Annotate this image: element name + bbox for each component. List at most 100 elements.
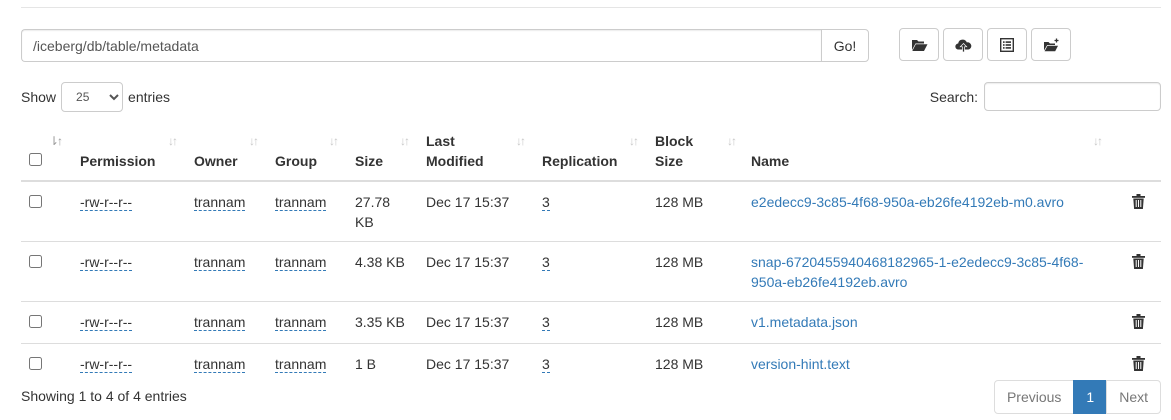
sort-icon: ↓↑: [249, 134, 259, 148]
entries-per-page-select[interactable]: 25: [61, 82, 124, 112]
modified-cell: Dec 17 15:37: [418, 241, 534, 302]
show-label: Show: [21, 89, 57, 105]
size-cell: 1 B: [347, 343, 418, 385]
replication-cell[interactable]: 3: [542, 194, 550, 211]
trash-icon[interactable]: [1132, 194, 1145, 214]
size-cell: 27.78 KB: [355, 194, 391, 230]
file-name-link[interactable]: e2edecc9-3c85-4f68-950a-eb26fe4192eb-m0.…: [751, 194, 1064, 210]
top-divider: [21, 7, 1161, 8]
trash-icon[interactable]: [1132, 254, 1145, 274]
modified-cell: Dec 17 15:37: [418, 301, 534, 344]
trash-icon[interactable]: [1132, 314, 1145, 334]
path-bar: Go!: [21, 29, 869, 62]
owner-header[interactable]: ↓↑ Owner: [186, 125, 267, 182]
owner-cell[interactable]: trannam: [194, 356, 246, 373]
file-name-link[interactable]: version-hint.text: [751, 356, 850, 372]
toolbar: [899, 28, 1071, 61]
pagination: Previous 1 Next: [993, 380, 1161, 414]
owner-cell[interactable]: trannam: [194, 194, 246, 211]
go-button[interactable]: Go!: [821, 29, 869, 62]
replication-header-label: Replication: [542, 153, 618, 169]
size-cell: 3.35 KB: [347, 301, 418, 344]
replication-header[interactable]: ↓↑ Replication: [534, 125, 647, 182]
entries-length-control: Show 25 entries: [21, 82, 170, 112]
row-checkbox[interactable]: [29, 315, 42, 328]
table-row: -rw-r--r-- trannam trannam 3.35 KB Dec 1…: [21, 301, 1161, 344]
row-checkbox[interactable]: [29, 255, 42, 268]
upload-cloud-icon: [954, 38, 972, 52]
block-size-cell: 128 MB: [647, 241, 743, 302]
replication-cell[interactable]: 3: [542, 314, 550, 331]
modified-cell: Dec 17 15:37: [418, 343, 534, 385]
new-folder-icon: [1043, 38, 1060, 52]
folder-open-icon: [911, 38, 928, 52]
owner-cell[interactable]: trannam: [194, 254, 246, 271]
sort-icon: ↓↑: [400, 134, 410, 148]
sort-icon: ↓↑: [629, 134, 639, 148]
last-modified-header[interactable]: ↓↑ Last Modified: [418, 125, 534, 182]
sort-icon: ↓↑: [727, 134, 737, 148]
upload-button[interactable]: [943, 28, 983, 61]
block-size-cell: 128 MB: [647, 301, 743, 344]
trash-icon[interactable]: [1132, 356, 1145, 376]
permission-cell[interactable]: -rw-r--r--: [80, 314, 133, 331]
page-1-button[interactable]: 1: [1073, 380, 1108, 414]
search-input[interactable]: [984, 82, 1161, 111]
size-cell: 4.38 KB: [347, 241, 418, 302]
name-header-label: Name: [751, 153, 790, 169]
block-size-header-label-2: Size: [655, 153, 684, 169]
permission-cell[interactable]: -rw-r--r--: [80, 254, 133, 271]
sort-asc-icon: ⇂↑: [49, 134, 63, 148]
search-control: Search:: [930, 82, 1161, 111]
group-header[interactable]: ↓↑ Group: [267, 125, 347, 182]
next-page-button[interactable]: Next: [1106, 380, 1161, 414]
open-folder-button[interactable]: [899, 28, 939, 61]
table-row: -rw-r--r-- trannam trannam 4.38 KB Dec 1…: [21, 241, 1161, 302]
group-cell[interactable]: trannam: [275, 356, 327, 373]
sort-icon: ↓↑: [168, 134, 178, 148]
block-size-header[interactable]: ↓↑ Block Size: [647, 125, 743, 182]
last-modified-header-label-1: Last: [426, 133, 455, 149]
block-size-cell: 128 MB: [655, 194, 704, 210]
name-header[interactable]: ↓↑ Name: [743, 125, 1111, 182]
row-checkbox[interactable]: [29, 357, 42, 370]
modified-cell: Dec 17 15:37: [426, 194, 510, 210]
permission-cell[interactable]: -rw-r--r--: [80, 194, 133, 211]
select-all-header[interactable]: ⇂↑: [21, 125, 72, 182]
table-info: Showing 1 to 4 of 4 entries: [21, 388, 187, 404]
permission-header[interactable]: ↓↑ Permission: [72, 125, 186, 182]
sort-icon: ↓↑: [329, 134, 339, 148]
block-size-cell: 128 MB: [647, 343, 743, 385]
group-cell[interactable]: trannam: [275, 194, 327, 211]
list-alt-icon: [1000, 37, 1014, 52]
permission-header-label: Permission: [80, 153, 156, 169]
group-header-label: Group: [275, 153, 317, 169]
last-modified-header-label-2: Modified: [426, 153, 484, 169]
group-cell[interactable]: trannam: [275, 314, 327, 331]
previous-page-button[interactable]: Previous: [993, 380, 1075, 414]
row-checkbox[interactable]: [29, 195, 42, 208]
replication-cell[interactable]: 3: [542, 254, 550, 271]
replication-cell[interactable]: 3: [542, 356, 550, 373]
group-cell[interactable]: trannam: [275, 254, 327, 271]
block-size-header-label-1: Block: [655, 133, 694, 149]
select-all-checkbox[interactable]: [29, 153, 42, 166]
new-folder-button[interactable]: [1031, 28, 1071, 61]
search-label: Search:: [929, 88, 978, 105]
list-button[interactable]: [987, 28, 1027, 61]
file-name-link[interactable]: snap-6720455940468182965-1-e2edecc9-3c85…: [751, 254, 1083, 290]
sort-icon: ↓↑: [516, 134, 526, 148]
owner-cell[interactable]: trannam: [194, 314, 246, 331]
permission-cell[interactable]: -rw-r--r--: [80, 356, 133, 373]
path-input[interactable]: [21, 29, 821, 62]
files-table: ⇂↑ ↓↑ Permission ↓↑ Owner ↓↑ Group ↓↑ Size ↓…: [21, 125, 1161, 385]
size-header-label: Size: [355, 153, 384, 169]
sort-icon: ↓↑: [1093, 134, 1103, 148]
actions-header: [1111, 125, 1161, 182]
size-header[interactable]: ↓↑ Size: [347, 125, 418, 182]
entries-label: entries: [128, 89, 171, 105]
table-row: -rw-r--r-- trannam trannam 27.78 KB Dec …: [21, 181, 1161, 242]
owner-header-label: Owner: [194, 153, 238, 169]
table-header-row: ⇂↑ ↓↑ Permission ↓↑ Owner ↓↑ Group ↓↑ Size ↓…: [21, 125, 1161, 182]
file-name-link[interactable]: v1.metadata.json: [751, 314, 858, 330]
